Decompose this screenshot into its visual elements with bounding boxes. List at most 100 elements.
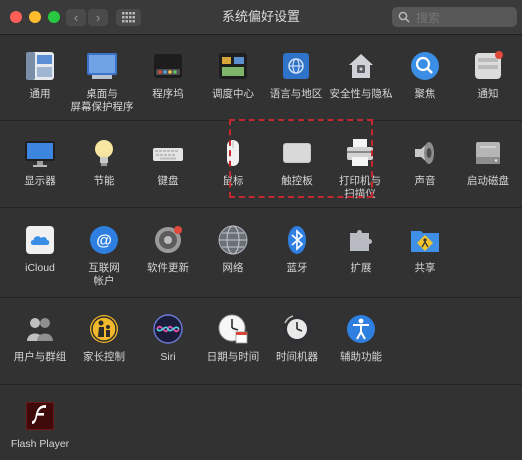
spotlight-icon [409, 50, 441, 82]
pane-label: 安全性与隐私 [329, 88, 393, 100]
pane-sharing[interactable]: 共享 [393, 224, 457, 275]
pane-mission-control[interactable]: 调度中心 [201, 50, 265, 101]
pane-label: 时间机器 [276, 351, 318, 363]
search-icon [398, 11, 410, 23]
pane-label: 蓝牙 [286, 262, 308, 274]
pane-label: 调度中心 [212, 88, 254, 100]
pane-label: 日期与时间 [206, 351, 260, 363]
pane-label: 辅助功能 [340, 351, 382, 363]
title-bar: ‹ › 系统偏好设置 [0, 0, 522, 35]
pane-label: iCloud [25, 262, 55, 274]
pane-desktop-screensaver[interactable]: 桌面与 屏幕保护程序 [70, 50, 134, 114]
chevron-right-icon: › [95, 10, 101, 25]
system-preferences-window: ‹ › 系统偏好设置 搜索 通用 桌面与 屏幕保护程序 程序坞 调度中心 语言与… [0, 0, 522, 460]
lightbulb-icon [88, 137, 120, 169]
pane-internet-accounts[interactable]: @ 互联网 帐户 [72, 224, 136, 288]
section-divider [0, 207, 522, 208]
gear-icon [152, 224, 184, 256]
pane-users-groups[interactable]: 用户与群组 [8, 313, 72, 364]
section-divider [0, 384, 522, 385]
pane-parental-controls[interactable]: 家长控制 [72, 313, 136, 364]
clock-icon [217, 313, 249, 345]
pane-label: 软件更新 [147, 262, 189, 274]
minimize-window-button[interactable] [29, 11, 41, 23]
accessibility-icon [345, 313, 377, 345]
show-all-button[interactable] [116, 9, 141, 26]
pane-label: 扩展 [350, 262, 372, 274]
time-machine-icon [281, 313, 313, 345]
pane-label: 用户与群组 [13, 351, 67, 363]
pane-sound[interactable]: 声音 [393, 137, 457, 188]
pane-label: 桌面与 屏幕保护程序 [70, 88, 134, 113]
pane-time-machine[interactable]: 时间机器 [265, 313, 329, 364]
pane-startup-disk[interactable]: 启动磁盘 [456, 137, 520, 188]
forward-button[interactable]: › [88, 9, 108, 26]
pane-general[interactable]: 通用 [8, 50, 72, 101]
pane-displays[interactable]: 显示器 [8, 137, 72, 188]
flash-player-icon [24, 400, 56, 432]
users-icon [24, 313, 56, 345]
pane-notifications[interactable]: 通知 [456, 50, 520, 101]
general-icon [24, 50, 56, 82]
pane-label: 语言与地区 [269, 88, 323, 100]
close-window-button[interactable] [10, 11, 22, 23]
pane-bluetooth[interactable]: 蓝牙 [265, 224, 329, 275]
pane-icloud[interactable]: iCloud [8, 224, 72, 275]
svg-text:@: @ [96, 233, 112, 250]
pane-label: 共享 [414, 262, 436, 274]
chevron-left-icon: ‹ [73, 10, 79, 25]
notifications-icon [472, 50, 504, 82]
hard-drive-icon [472, 137, 504, 169]
search-input[interactable] [414, 7, 516, 29]
pane-label: 通知 [477, 88, 499, 100]
pane-label: 家长控制 [83, 351, 125, 363]
pane-flash-player[interactable]: Flash Player [8, 400, 72, 451]
sharing-folder-icon [409, 224, 441, 256]
pane-label: 显示器 [24, 175, 56, 187]
pane-network[interactable]: 网络 [201, 224, 265, 275]
pane-label: Siri [160, 351, 176, 363]
pane-date-time[interactable]: 日期与时间 [201, 313, 265, 364]
pane-label: 互联网 帐户 [88, 262, 120, 287]
siri-icon [152, 313, 184, 345]
annotation-highlight-box [229, 119, 373, 198]
pane-label: 节能 [93, 175, 115, 187]
pane-energy-saver[interactable]: 节能 [72, 137, 136, 188]
mission-control-icon [217, 50, 249, 82]
section-divider [0, 297, 522, 298]
zoom-window-button[interactable] [48, 11, 60, 23]
pane-siri[interactable]: Siri [136, 313, 200, 364]
parental-controls-icon [88, 313, 120, 345]
display-icon [24, 137, 56, 169]
house-lock-icon [345, 50, 377, 82]
pane-label: 网络 [222, 262, 244, 274]
pane-software-update[interactable]: 软件更新 [136, 224, 200, 275]
puzzle-piece-icon [345, 224, 377, 256]
pane-accessibility[interactable]: 辅助功能 [329, 313, 393, 364]
flag-icon [280, 50, 312, 82]
pane-keyboard[interactable]: 键盘 [136, 137, 200, 188]
bluetooth-icon [281, 224, 313, 256]
speaker-icon [409, 137, 441, 169]
pane-label: 声音 [414, 175, 436, 187]
pane-label: 启动磁盘 [467, 175, 509, 187]
pane-label: Flash Player [10, 438, 70, 450]
pane-spotlight[interactable]: 聚焦 [393, 50, 457, 101]
pane-label: 程序坞 [152, 88, 184, 100]
pane-extensions[interactable]: 扩展 [329, 224, 393, 275]
pane-label: 通用 [29, 88, 51, 100]
icloud-icon [24, 224, 56, 256]
pane-language-region[interactable]: 语言与地区 [264, 50, 328, 101]
search-field[interactable] [392, 7, 517, 29]
keyboard-icon [152, 137, 184, 169]
dock-icon [152, 50, 184, 82]
pane-dock[interactable]: 程序坞 [136, 50, 200, 101]
at-sign-icon: @ [88, 224, 120, 256]
back-button[interactable]: ‹ [66, 9, 86, 26]
pane-label: 聚焦 [414, 88, 436, 100]
grid-icon [122, 12, 135, 23]
pane-security-privacy[interactable]: 安全性与隐私 [329, 50, 393, 101]
pane-label: 键盘 [157, 175, 179, 187]
globe-icon [217, 224, 249, 256]
desktop-screensaver-icon [86, 50, 118, 82]
